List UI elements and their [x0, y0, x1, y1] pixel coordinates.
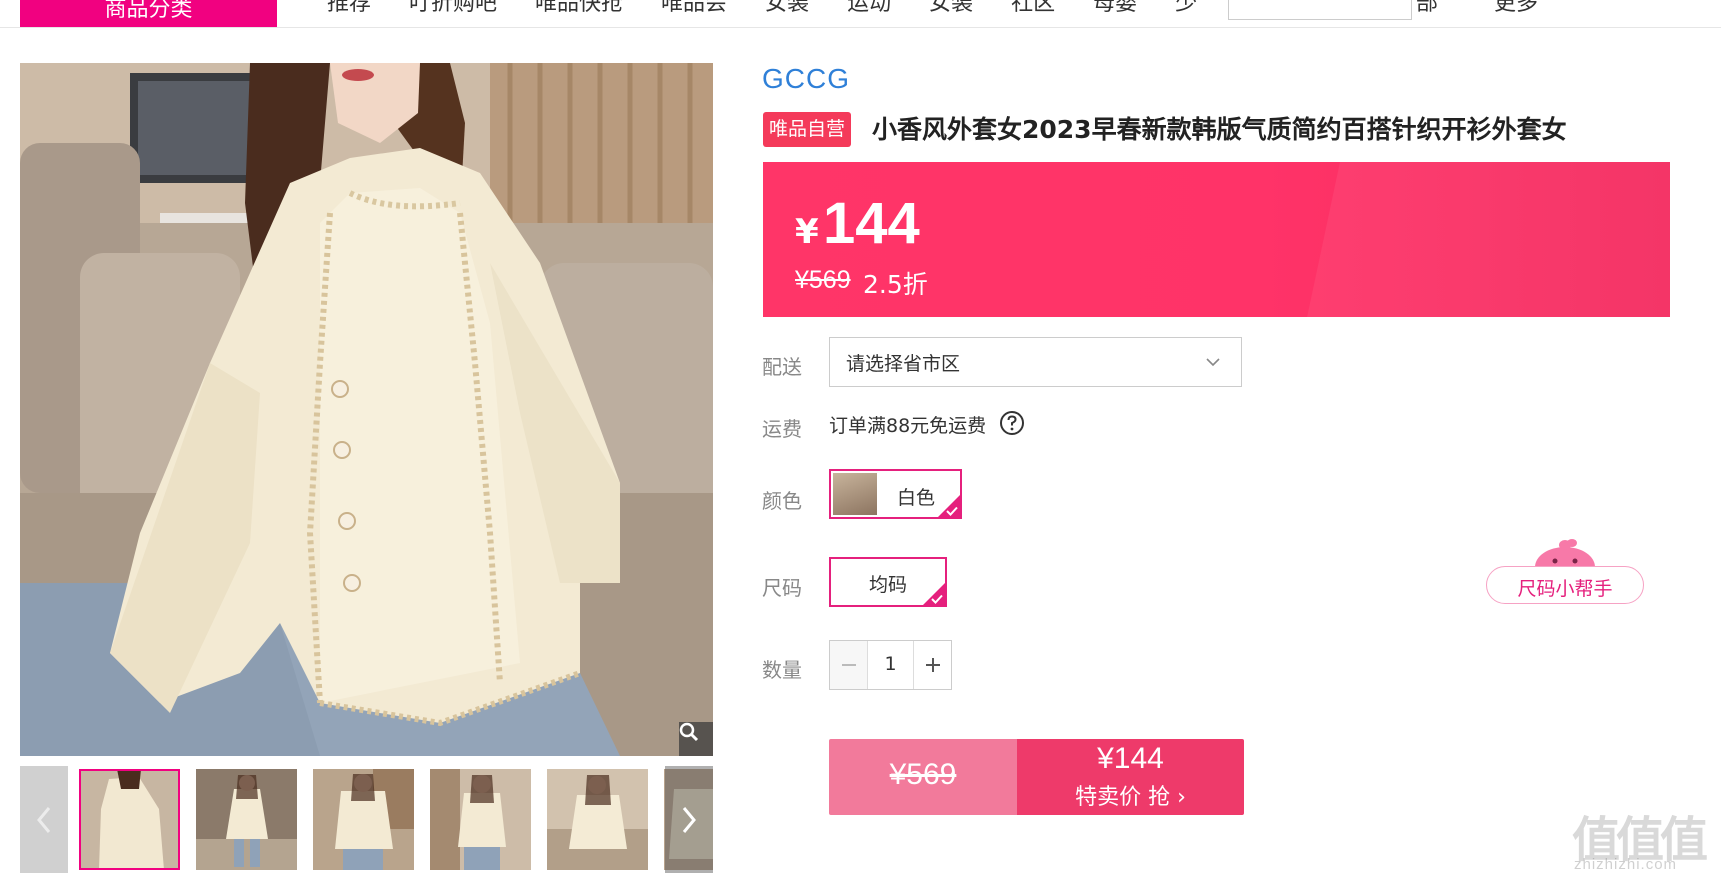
quantity-stepper: 1 — [829, 640, 952, 690]
site-watermark: 值值值 zhizhizhi.com — [1572, 800, 1717, 880]
sale-price: 144 — [823, 191, 920, 256]
nav-search-input[interactable] — [1228, 0, 1412, 20]
buy-action-label: 特卖价 抢 › — [1075, 785, 1186, 810]
size-helper-label: 尺码小帮手 — [1517, 578, 1613, 600]
nav-item-4[interactable]: 唯品会 — [661, 0, 727, 22]
nav-item-7[interactable]: 女装 — [929, 0, 973, 22]
watermark-url: zhizhizhi.com — [1574, 856, 1678, 873]
buy-sale-section[interactable]: ¥144 特卖价 抢 › — [1017, 739, 1244, 815]
color-swatch-image — [833, 473, 877, 515]
thumbnail-2[interactable] — [196, 769, 297, 870]
nav-item-3[interactable]: 唯品快抢 — [535, 0, 623, 22]
question-icon[interactable] — [999, 410, 1025, 436]
nav-items: 推荐 叮折购吧 唯品快抢 唯品会 女装 运动 女装 社区 母婴 少 — [327, 0, 1235, 22]
shipping-text: 订单满88元免运费 — [829, 415, 987, 437]
product-main-image[interactable] — [20, 63, 713, 756]
magnifier-icon[interactable] — [679, 722, 713, 756]
nav-item-recommend[interactable]: 推荐 — [327, 0, 371, 22]
thumbnail-1[interactable] — [79, 769, 180, 870]
thumbnail-3[interactable] — [313, 769, 414, 870]
color-option-label: 白色 — [897, 487, 936, 509]
buy-original-section: ¥569 — [829, 739, 1017, 815]
buy-sale-price: ¥144 — [1097, 742, 1164, 775]
nav-item-9[interactable]: 母婴 — [1093, 0, 1137, 22]
quantity-label: 数量 — [762, 658, 802, 682]
plus-icon[interactable] — [913, 641, 951, 689]
quantity-value[interactable]: 1 — [867, 653, 914, 675]
chevron-left-icon[interactable] — [20, 766, 68, 873]
chevron-down-icon — [1206, 358, 1220, 367]
product-title: 小香风外套女2023早春新款韩版气质简约百搭针织开衫外套女 — [872, 115, 1567, 144]
check-icon — [946, 506, 958, 516]
color-label: 颜色 — [762, 489, 802, 513]
shipping-label: 运费 — [762, 417, 802, 441]
price-currency: ¥ — [795, 212, 819, 252]
nav-item-5[interactable]: 女装 — [765, 0, 809, 22]
nav-item-10[interactable]: 少 — [1175, 0, 1197, 22]
nav-item-2[interactable]: 叮折购吧 — [409, 0, 497, 22]
delivery-label: 配送 — [762, 355, 802, 379]
color-option-white[interactable]: 白色 — [829, 469, 962, 519]
buy-original-price: ¥569 — [889, 758, 957, 791]
self-operated-badge: 唯品自营 — [763, 112, 852, 147]
top-nav: 商品分类 推荐 叮折购吧 唯品快抢 唯品会 女装 运动 女装 社区 母婴 少 部… — [0, 0, 1721, 28]
brand-link[interactable]: GCCG — [762, 63, 850, 95]
region-select-value: 请选择省市区 — [846, 353, 961, 375]
price-panel: ¥ 144 ¥569 2.5折 — [763, 162, 1670, 317]
product-photo — [20, 63, 713, 756]
discount-label: 2.5折 — [863, 270, 928, 299]
category-menu-button[interactable]: 商品分类 — [20, 0, 277, 27]
minus-icon[interactable] — [830, 641, 868, 689]
nav-item-more[interactable]: 更多 — [1494, 0, 1538, 22]
size-label: 尺码 — [762, 576, 802, 600]
chevron-right-icon[interactable] — [665, 766, 713, 873]
original-price: ¥569 — [795, 266, 851, 294]
nav-item-6[interactable]: 运动 — [847, 0, 891, 22]
check-icon — [931, 594, 943, 604]
thumbnail-strip — [20, 766, 713, 873]
size-option-label: 均码 — [869, 574, 908, 596]
size-option-one-size[interactable]: 均码 — [829, 557, 947, 607]
buy-button[interactable]: ¥569 ¥144 特卖价 抢 › — [829, 739, 1244, 815]
region-select[interactable]: 请选择省市区 — [829, 337, 1242, 387]
price-panel-sheen — [1301, 162, 1670, 317]
nav-item-8[interactable]: 社区 — [1011, 0, 1055, 22]
thumbnail-4[interactable] — [430, 769, 531, 870]
nav-item-11[interactable]: 部 — [1416, 0, 1438, 22]
size-helper-button[interactable]: 尺码小帮手 — [1486, 533, 1646, 607]
thumbnail-5[interactable] — [547, 769, 648, 870]
